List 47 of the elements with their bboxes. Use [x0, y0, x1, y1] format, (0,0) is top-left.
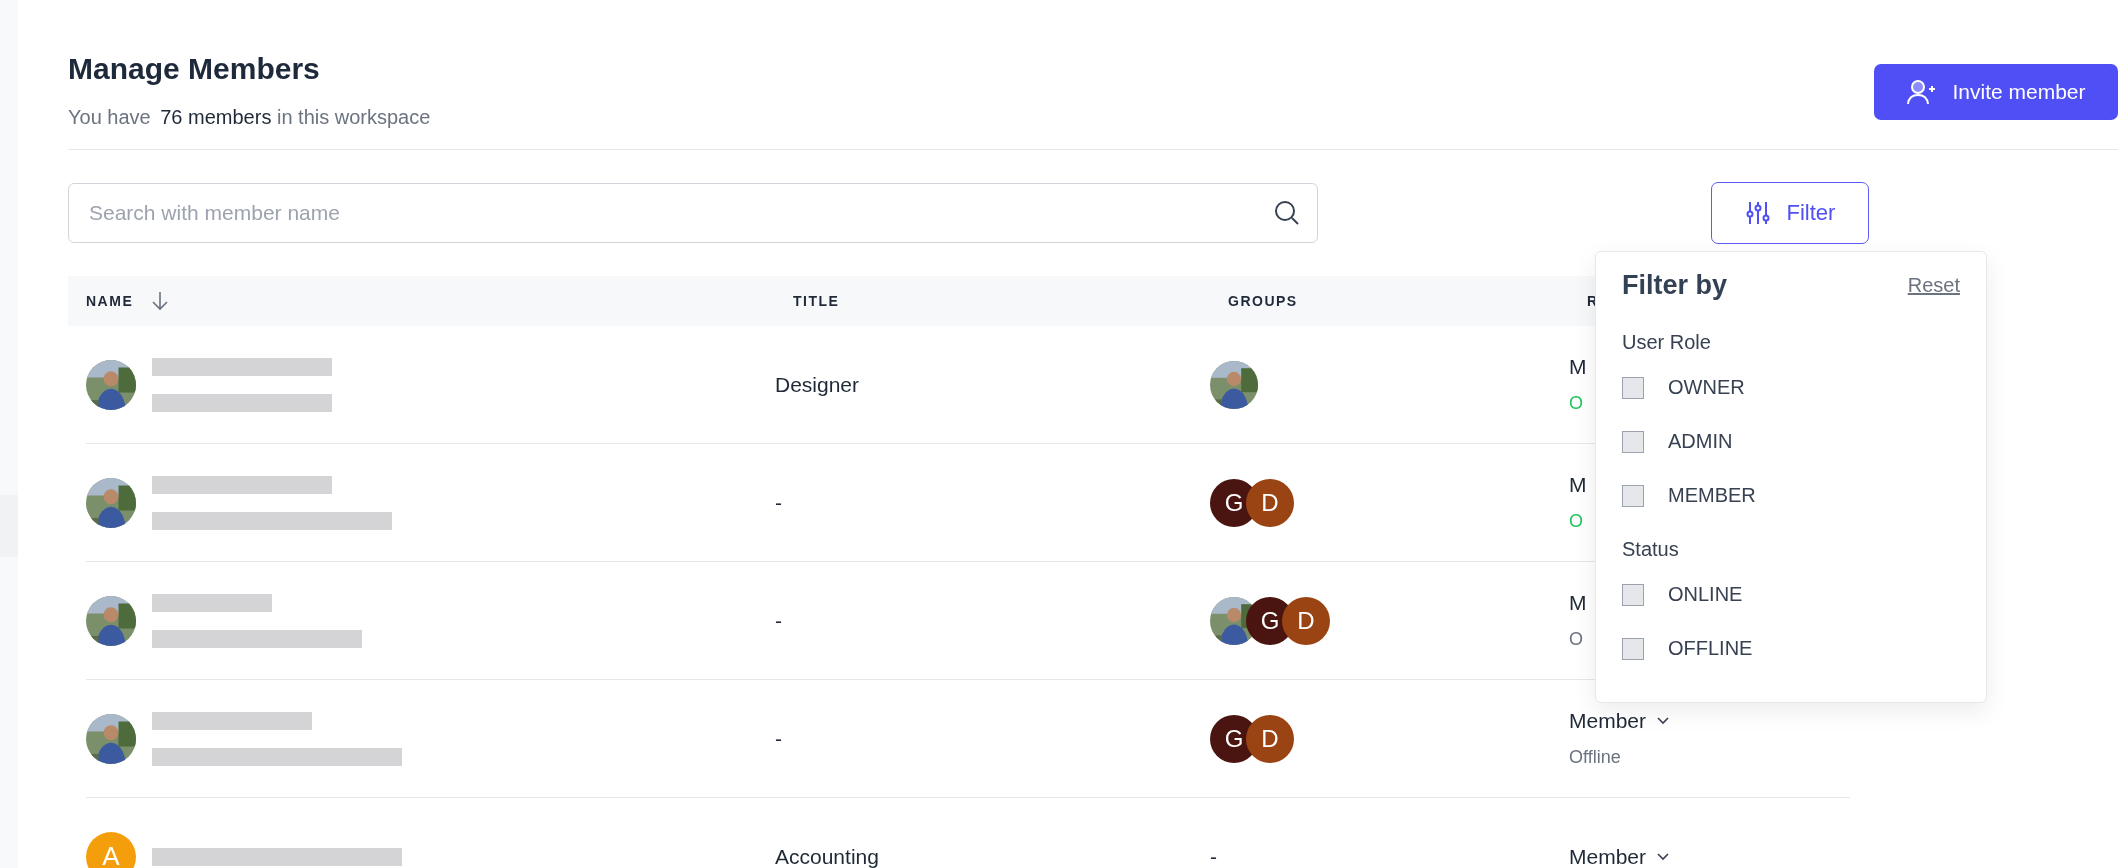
reset-link[interactable]: Reset	[1907, 274, 1960, 297]
column-header[interactable]: GROUPS	[1228, 293, 1298, 309]
checkbox[interactable]	[1622, 376, 1644, 399]
member-count-text: You have 76 members in this workspace	[68, 106, 431, 129]
sliders-icon	[1744, 200, 1771, 226]
invite-member-button[interactable]: Invite member	[1874, 64, 2118, 120]
groups-cell: -	[1210, 844, 1217, 868]
page-title: Manage Members	[68, 52, 321, 86]
title-cell: -	[775, 726, 782, 751]
filter-title: Filter by	[1622, 270, 1728, 301]
chevron-down-icon	[1656, 716, 1671, 726]
checkbox[interactable]	[1622, 484, 1644, 507]
title-cell: -	[775, 490, 782, 515]
status-text: O	[1569, 511, 1584, 532]
status-text: O	[1569, 393, 1584, 414]
chevron-down-icon	[1656, 851, 1671, 862]
role-select[interactable]: M	[1569, 355, 1587, 379]
checkbox[interactable]	[1622, 583, 1644, 606]
section-label: User Role	[1622, 331, 1712, 354]
column-header[interactable]: NAME	[86, 291, 170, 311]
search-icon	[1274, 200, 1300, 226]
role-select[interactable]: Member	[1569, 709, 1671, 733]
sort-down-icon	[151, 291, 170, 311]
filter-option[interactable]: OWNER	[1622, 376, 1960, 399]
status-text: O	[1569, 629, 1584, 650]
group-avatar: D	[1246, 478, 1294, 527]
filter-option[interactable]: ONLINE	[1622, 583, 1960, 606]
status-text: Offline	[1569, 747, 1622, 768]
filter-option[interactable]: OFFLINE	[1622, 637, 1960, 660]
filter-option[interactable]: ADMIN	[1622, 430, 1960, 453]
search-field[interactable]: Search with member name	[68, 183, 1318, 243]
role-select[interactable]: M	[1569, 473, 1587, 497]
column-header[interactable]: TITLE	[793, 293, 840, 309]
group-avatar: D	[1246, 714, 1294, 763]
section-label: Status	[1622, 538, 1680, 561]
add-user-icon	[1906, 79, 1937, 105]
title-cell: -	[775, 608, 782, 633]
role-select[interactable]: M	[1569, 591, 1587, 615]
title-cell: Accounting	[775, 844, 879, 868]
avatar: A	[86, 831, 136, 868]
group-avatar: D	[1282, 596, 1330, 645]
checkbox[interactable]	[1622, 430, 1644, 453]
checkbox[interactable]	[1622, 637, 1644, 660]
title-cell: Designer	[775, 372, 860, 397]
filter-button[interactable]: Filter	[1711, 182, 1869, 244]
filter-option[interactable]: MEMBER	[1622, 484, 1960, 507]
role-select[interactable]: Member	[1569, 844, 1671, 868]
